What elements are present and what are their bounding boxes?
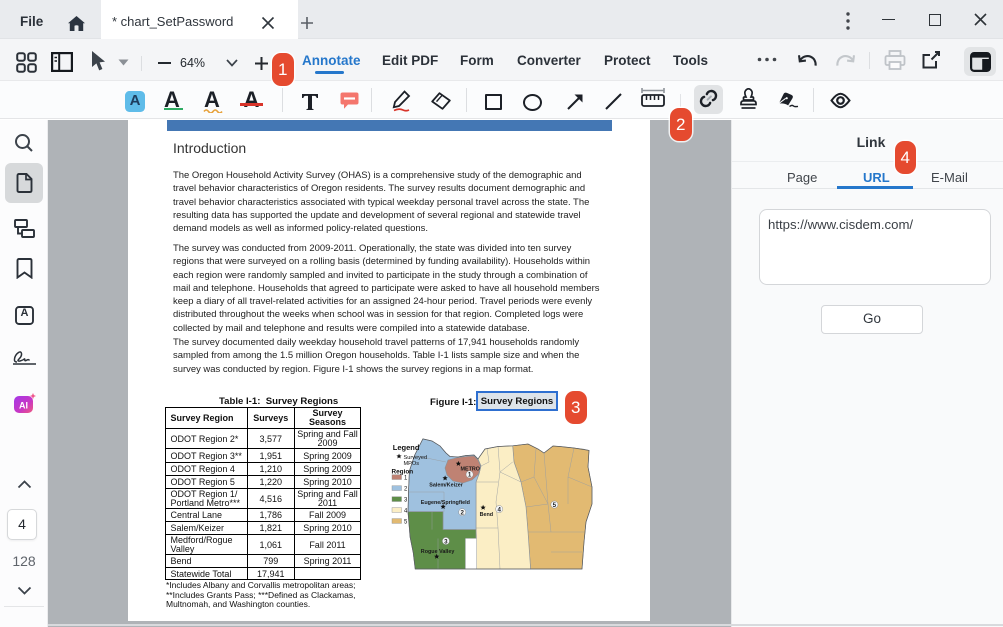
svg-text:3: 3 [404,498,408,504]
svg-text:2: 2 [460,510,464,517]
svg-text:Rogue Valley: Rogue Valley [421,549,455,555]
svg-text:MPOs: MPOs [404,461,420,467]
svg-text:Legend: Legend [393,443,420,452]
svg-text:Eugene/Springfield: Eugene/Springfield [421,500,470,506]
svg-text:Salem/Keizer: Salem/Keizer [429,483,463,489]
svg-text:3: 3 [444,538,448,545]
svg-text:4: 4 [497,506,501,513]
svg-text:5: 5 [553,502,557,509]
svg-text:1: 1 [468,472,472,479]
svg-text:5: 5 [404,519,408,525]
svg-text:2: 2 [404,487,408,493]
svg-text:Region: Region [392,469,414,476]
svg-text:4: 4 [404,508,408,514]
svg-text:Bend: Bend [480,512,493,518]
svg-text:AI: AI [19,401,28,411]
svg-text:1: 1 [404,476,408,482]
